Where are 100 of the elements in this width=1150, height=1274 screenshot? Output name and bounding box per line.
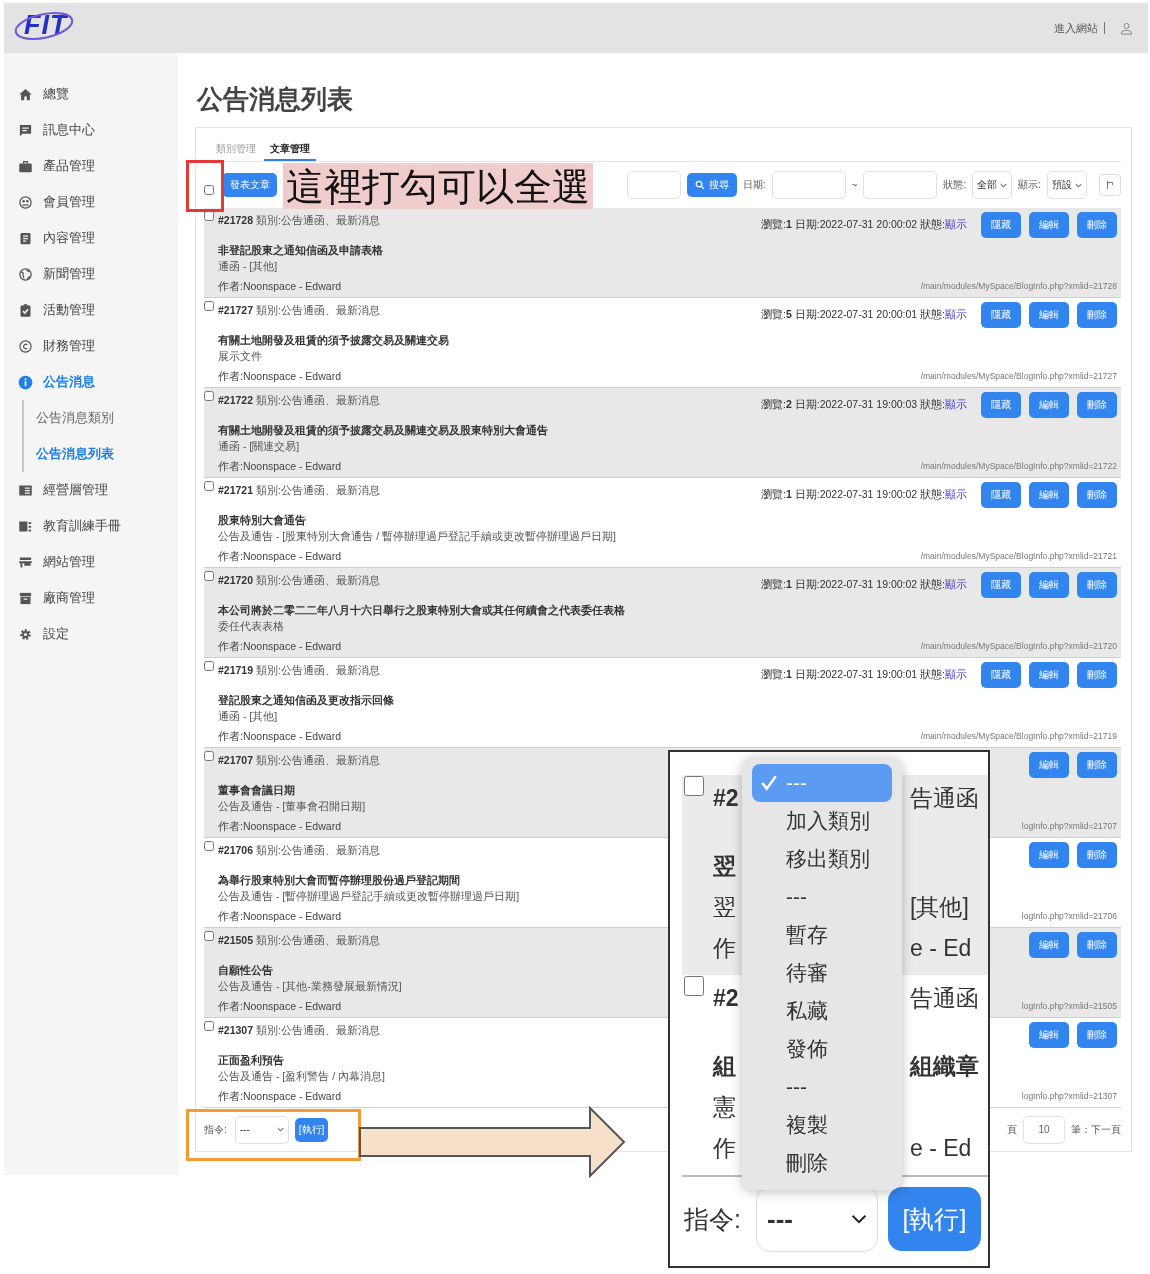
action-button[interactable]: 編輯: [1029, 932, 1069, 958]
menu-item[interactable]: 刪除: [752, 1144, 892, 1182]
action-button[interactable]: 編輯: [1029, 212, 1069, 238]
select-all-checkbox[interactable]: [204, 185, 214, 195]
row-checkbox[interactable]: [204, 211, 214, 221]
status-select[interactable]: 全部: [972, 171, 1013, 199]
row-checkbox[interactable]: [204, 301, 214, 311]
action-button[interactable]: 隱藏: [981, 212, 1021, 238]
menu-item[interactable]: 複製: [752, 1106, 892, 1144]
action-button[interactable]: 編輯: [1029, 842, 1069, 868]
menu-item[interactable]: 私藏: [752, 992, 892, 1030]
action-button[interactable]: 編輯: [1029, 752, 1069, 778]
menu-item[interactable]: ---: [752, 878, 892, 916]
action-button[interactable]: 編輯: [1029, 662, 1069, 688]
date-field[interactable]: [771, 171, 846, 199]
date-field[interactable]: [863, 171, 938, 199]
menu-item[interactable]: ---: [752, 1068, 892, 1106]
post-category: 類別:公告通函、最新消息: [256, 754, 380, 766]
menu-item[interactable]: 加入類別: [752, 802, 892, 840]
sidebar-item[interactable]: 產品管理: [4, 148, 178, 184]
sidebar-item[interactable]: 廠商管理: [4, 580, 178, 616]
status-link[interactable]: 顯示: [945, 668, 967, 682]
action-button[interactable]: 刪除: [1077, 572, 1117, 598]
status-link[interactable]: 顯示: [945, 398, 967, 412]
sidebar-item[interactable]: 會員管理: [4, 184, 178, 220]
action-button[interactable]: 隱藏: [981, 302, 1021, 328]
sidebar-item[interactable]: 設定: [4, 616, 178, 652]
sidebar-item[interactable]: 總覽: [4, 76, 178, 112]
post-id: #21720: [218, 574, 254, 586]
status-link[interactable]: 顯示: [945, 308, 967, 322]
row-checkbox[interactable]: [204, 931, 214, 941]
post-url: logInfo.php?xmlid=21307: [1021, 1090, 1117, 1103]
post-url: /main/modules/MySpace/BlogInfo.php?xmlid=21721: [920, 550, 1117, 563]
menu-item[interactable]: 發佈: [752, 1030, 892, 1068]
menu-item[interactable]: 暫存: [752, 916, 892, 954]
sidebar-item[interactable]: 財務管理: [4, 328, 178, 364]
row-checkbox[interactable]: [204, 391, 214, 401]
menu-item[interactable]: 待審: [752, 954, 892, 992]
execute-button[interactable]: [執行]: [294, 1117, 329, 1142]
action-button[interactable]: 刪除: [1077, 302, 1117, 328]
search-icon: [694, 180, 705, 190]
sidebar-item[interactable]: 網站管理: [4, 544, 178, 580]
new-post-button[interactable]: 發表文章: [222, 173, 277, 197]
menu-item[interactable]: 移出類別: [752, 840, 892, 878]
action-button[interactable]: 編輯: [1029, 572, 1069, 598]
post-title: 翌: [713, 852, 737, 881]
row-checkbox[interactable]: [684, 976, 704, 996]
document-icon: [18, 230, 33, 246]
action-button[interactable]: 編輯: [1029, 482, 1069, 508]
status-link[interactable]: 顯示: [945, 488, 967, 502]
sidebar-item[interactable]: 新聞管理: [4, 256, 178, 292]
action-button[interactable]: 刪除: [1077, 842, 1117, 868]
action-button[interactable]: 刪除: [1077, 482, 1117, 508]
sidebar-item[interactable]: 活動管理: [4, 292, 178, 328]
action-button[interactable]: 刪除: [1077, 662, 1117, 688]
action-button[interactable]: 刪除: [1077, 212, 1117, 238]
action-button[interactable]: 刪除: [1077, 932, 1117, 958]
row-checkbox[interactable]: [204, 1021, 214, 1031]
row-checkbox[interactable]: [204, 751, 214, 761]
sidebar-item[interactable]: 訊息中心: [4, 112, 178, 148]
command-select[interactable]: ---: [234, 1115, 289, 1144]
row-checkbox[interactable]: [204, 481, 214, 491]
sidebar-item[interactable]: 經營層管理: [4, 472, 178, 508]
status-link[interactable]: 顯示: [945, 218, 967, 232]
post-title: 有關土地開發及租賃的須予披露交易及關連交易: [218, 333, 449, 348]
search-field[interactable]: [626, 171, 681, 199]
action-button[interactable]: 刪除: [1077, 392, 1117, 418]
post-url: logInfo.php?xmlid=21707: [1021, 820, 1117, 833]
search-button[interactable]: 搜尋: [686, 173, 737, 197]
sidebar-subitem[interactable]: 公告消息列表: [24, 436, 178, 472]
clipboard-icon: [18, 302, 33, 318]
tab[interactable]: 文章管理: [264, 138, 316, 161]
action-button[interactable]: 隱藏: [981, 482, 1021, 508]
action-button[interactable]: 隱藏: [981, 572, 1021, 598]
layout-button[interactable]: [1099, 174, 1121, 196]
action-button[interactable]: 刪除: [1077, 1022, 1117, 1048]
action-button[interactable]: 隱藏: [981, 392, 1021, 418]
sidebar-item[interactable]: 公告消息: [4, 364, 178, 400]
row-checkbox[interactable]: [684, 776, 704, 796]
row-checkbox[interactable]: [204, 661, 214, 671]
action-button[interactable]: 刪除: [1077, 752, 1117, 778]
user-icon[interactable]: [1119, 20, 1134, 36]
post-category: 類別:公告通函、最新消息: [256, 934, 380, 946]
execute-button[interactable]: [執行]: [888, 1187, 981, 1251]
per-page-field[interactable]: 10: [1023, 1115, 1065, 1144]
action-button[interactable]: 隱藏: [981, 662, 1021, 688]
sidebar-item[interactable]: 教育訓練手冊: [4, 508, 178, 544]
action-button[interactable]: 編輯: [1029, 302, 1069, 328]
display-select[interactable]: 預設: [1047, 171, 1087, 199]
sidebar-item[interactable]: 內容管理: [4, 220, 178, 256]
action-button[interactable]: 編輯: [1029, 392, 1069, 418]
post-subtitle: 翌: [713, 893, 737, 922]
post-category: 類別:公告通函、最新消息: [256, 214, 380, 226]
post-subtitle: 憲: [713, 1093, 737, 1122]
sidebar-subitem[interactable]: 公告消息類別: [24, 400, 178, 436]
row-checkbox[interactable]: [204, 841, 214, 851]
action-button[interactable]: 編輯: [1029, 1022, 1069, 1048]
status-link[interactable]: 顯示: [945, 578, 967, 592]
site-link[interactable]: 進入網站: [1054, 22, 1105, 34]
row-checkbox[interactable]: [204, 571, 214, 581]
